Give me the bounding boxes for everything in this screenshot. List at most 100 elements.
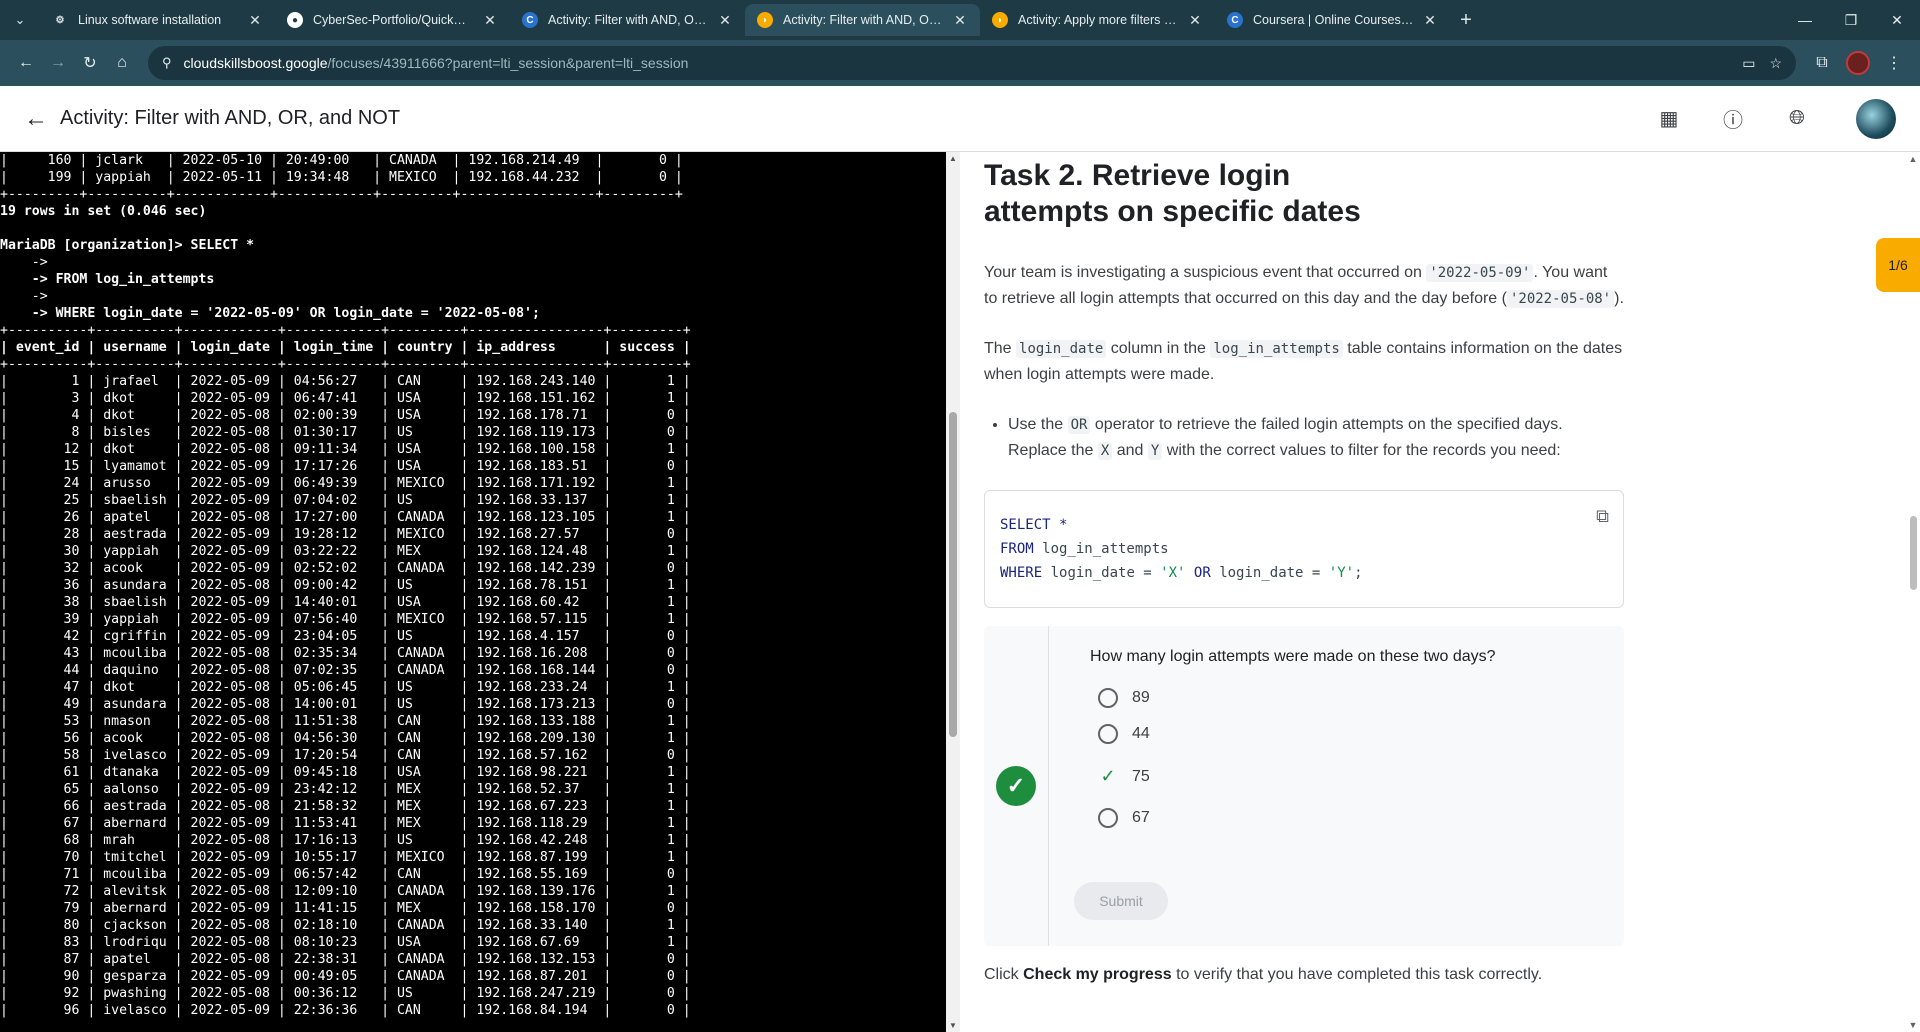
- browser-tab-1[interactable]: ⚙ Linux software installation ✕: [40, 4, 275, 36]
- terminal-line: | 47 | dkot | 2022-05-08 | 05:06:45 | US…: [0, 680, 691, 695]
- app-header: ← Activity: Filter with AND, OR, and NOT…: [0, 86, 1920, 152]
- terminal-line: | 12 | dkot | 2022-05-08 | 09:11:34 | US…: [0, 442, 691, 457]
- page-progress-badge[interactable]: 1/6: [1876, 238, 1920, 292]
- scrollbar-thumb[interactable]: [1910, 516, 1917, 590]
- terminal-line: | 199 | yappiah | 2022-05-11 | 19:34:48 …: [0, 170, 683, 185]
- site-info-icon[interactable]: ⚲: [162, 55, 172, 71]
- correct-check-icon: ✓: [996, 766, 1036, 806]
- tab-search-icon[interactable]: ⌄: [0, 0, 40, 40]
- terminal-line: | 80 | cjackson | 2022-05-08 | 02:18:10 …: [0, 918, 691, 933]
- address-bar[interactable]: ⚲ cloudskillsboost.google /focuses/43911…: [148, 46, 1796, 80]
- terminal-line: | 66 | aestrada | 2022-05-08 | 21:58:32 …: [0, 799, 691, 814]
- terminal-line: +----------+----------+------------+----…: [0, 357, 691, 372]
- quiz-option-75[interactable]: ✓ 75: [1098, 766, 1150, 787]
- submit-button[interactable]: Submit: [1074, 882, 1168, 920]
- terminal-line: | 24 | arusso | 2022-05-09 | 06:49:39 | …: [0, 476, 691, 491]
- terminal-line: | 15 | lyamamot | 2022-05-09 | 17:17:26 …: [0, 459, 691, 474]
- language-globe-icon[interactable]: 🌐︎: [1782, 104, 1812, 134]
- terminal-line: | 87 | apatel | 2022-05-08 | 22:38:31 | …: [0, 952, 691, 967]
- terminal-line: | 79 | abernard | 2022-05-09 | 11:41:15 …: [0, 901, 691, 916]
- terminal-scrollbar[interactable]: ▲ ▼: [946, 152, 960, 1032]
- forward-icon[interactable]: →: [42, 47, 74, 79]
- reload-icon[interactable]: ↻: [74, 47, 106, 79]
- terminal-line: | 71 | mcouliba | 2022-05-09 | 06:57:42 …: [0, 867, 691, 882]
- scroll-up-icon[interactable]: ▲: [948, 154, 958, 163]
- more-menu-icon[interactable]: ⋮: [1878, 47, 1910, 79]
- page-title: Activity: Filter with AND, OR, and NOT: [60, 107, 401, 129]
- copy-icon[interactable]: ⧉: [1596, 505, 1609, 529]
- close-icon[interactable]: ✕: [952, 12, 968, 29]
- browser-profile-avatar[interactable]: [1846, 51, 1870, 75]
- bookmark-star-icon[interactable]: ☆: [1769, 55, 1782, 72]
- terminal-line: | 160 | jclark | 2022-05-10 | 20:49:00 |…: [0, 153, 683, 168]
- back-icon[interactable]: ←: [10, 47, 42, 79]
- cloudskillsboost-icon: ◗: [757, 12, 773, 28]
- terminal-line: | 67 | abernard | 2022-05-09 | 11:53:41 …: [0, 816, 691, 831]
- terminal-line: | 58 | ivelasco | 2022-05-09 | 17:20:54 …: [0, 748, 691, 763]
- browser-tab-6[interactable]: C Coursera | Online Courses From ✕: [1215, 4, 1450, 36]
- help-icon[interactable]: ⓘ: [1718, 104, 1748, 134]
- user-avatar[interactable]: [1856, 98, 1896, 139]
- terminal-line: | 42 | cgriffin | 2022-05-09 | 23:04:05 …: [0, 629, 691, 644]
- close-window-icon[interactable]: ✕: [1874, 0, 1920, 40]
- radio-icon[interactable]: [1098, 688, 1118, 708]
- cloudskillsboost-icon: ◗: [992, 12, 1008, 28]
- close-icon[interactable]: ✕: [247, 12, 263, 29]
- minimize-icon[interactable]: —: [1782, 0, 1828, 40]
- restore-icon[interactable]: ❐: [1828, 0, 1874, 40]
- extensions-icon[interactable]: ⧉: [1806, 47, 1838, 79]
- quiz-card: ✓ How many login attempts were made on t…: [984, 626, 1624, 946]
- instructions-panel: Task 2. Retrieve login attempts on speci…: [960, 152, 1906, 1032]
- tab-title: Activity: Filter with AND, OR, and NOT: [783, 13, 944, 27]
- terminal-console[interactable]: | 160 | jclark | 2022-05-10 | 20:49:00 |…: [0, 152, 946, 1032]
- browser-tabstrip: ⌄ ⚙ Linux software installation ✕ ● Cybe…: [0, 0, 1920, 40]
- terminal-line: | 65 | aalonso | 2022-05-09 | 23:42:12 |…: [0, 782, 691, 797]
- terminal-line: | 70 | tmitchel | 2022-05-09 | 10:55:17 …: [0, 850, 691, 865]
- radio-icon[interactable]: [1098, 808, 1118, 828]
- scroll-down-icon[interactable]: ▼: [948, 1021, 958, 1030]
- quiz-option-44[interactable]: 44: [1098, 724, 1150, 744]
- browser-tab-3[interactable]: C Activity: Filter with AND, OR, and NOT…: [510, 4, 745, 36]
- tab-title: Linux software installation: [78, 13, 222, 27]
- browser-tab-2[interactable]: ● CyberSec-Portfolio/QuickWins ✕: [275, 4, 510, 36]
- radio-icon[interactable]: [1098, 724, 1118, 744]
- close-icon[interactable]: ✕: [482, 12, 498, 29]
- sql-code-block: ⧉ SELECT * FROM log_in_attempts WHERE lo…: [984, 490, 1624, 608]
- quiz-option-67[interactable]: 67: [1098, 808, 1150, 828]
- column-info-paragraph: The login_date column in the log_in_atte…: [984, 340, 1623, 383]
- tab-title: Activity: Filter with AND, OR, and NOT: [548, 13, 709, 27]
- close-icon[interactable]: ✕: [1422, 12, 1438, 29]
- instruction-list: Use the OR operator to retrieve the fail…: [1008, 412, 1624, 464]
- option-label: 75: [1132, 767, 1150, 785]
- close-icon[interactable]: ✕: [717, 12, 733, 29]
- scroll-down-icon[interactable]: ▼: [1908, 1020, 1918, 1030]
- cast-icon[interactable]: ▭: [1742, 55, 1755, 72]
- home-icon[interactable]: ⌂: [106, 47, 138, 79]
- back-arrow-icon[interactable]: ←: [24, 105, 48, 133]
- terminal-line: -> FROM log_in_attempts: [0, 272, 215, 287]
- terminal-line: | 3 | dkot | 2022-05-09 | 06:47:41 | USA…: [0, 391, 691, 406]
- terminal-line: -> WHERE login_date = '2022-05-09' OR lo…: [0, 306, 540, 321]
- scrollbar-thumb[interactable]: [949, 412, 957, 737]
- scroll-up-icon[interactable]: ▲: [1908, 154, 1918, 164]
- list-item: Use the OR operator to retrieve the fail…: [1008, 412, 1624, 464]
- browser-toolbar: ← → ↻ ⌂ ⚲ cloudskillsboost.google /focus…: [0, 40, 1920, 86]
- tab-title: Activity: Apply more filters in SQL: [1018, 13, 1179, 27]
- browser-tab-4[interactable]: ◗ Activity: Filter with AND, OR, and NOT…: [745, 4, 980, 36]
- url-path: /focuses/43911666?parent=lti_session&par…: [327, 55, 689, 71]
- terminal-line: | 30 | yappiah | 2022-05-09 | 03:22:22 |…: [0, 544, 691, 559]
- new-tab-button[interactable]: +: [1450, 4, 1482, 36]
- coursera-icon: C: [1227, 12, 1243, 28]
- terminal-line: | 28 | aestrada | 2022-05-09 | 19:28:12 …: [0, 527, 691, 542]
- close-icon[interactable]: ✕: [1187, 12, 1203, 29]
- terminal-line: | 53 | nmason | 2022-05-08 | 11:51:38 | …: [0, 714, 691, 729]
- option-label: 89: [1132, 689, 1150, 706]
- dashboard-icon[interactable]: ▦: [1654, 104, 1684, 134]
- terminal-line: | 68 | mrah | 2022-05-08 | 17:16:13 | US…: [0, 833, 691, 848]
- quiz-option-89[interactable]: 89: [1098, 688, 1150, 708]
- terminal-line: 19 rows in set (0.046 sec): [0, 204, 207, 219]
- task-intro-paragraph: Your team is investigating a suspicious …: [984, 264, 1624, 308]
- checkmark-icon: ✓: [1100, 766, 1116, 786]
- browser-tab-5[interactable]: ◗ Activity: Apply more filters in SQL ✕: [980, 4, 1215, 36]
